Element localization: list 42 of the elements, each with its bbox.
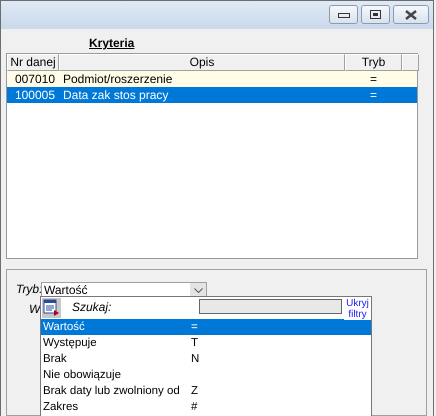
column-header[interactable]: Nr danej <box>7 54 59 71</box>
search-label: Szukaj: <box>72 300 112 314</box>
option-label: Brak <box>43 352 68 367</box>
dropdown-item[interactable]: Nie obowiązuje <box>41 367 371 383</box>
table-cell: = <box>370 88 377 102</box>
dropdown-item[interactable]: Występuje T <box>41 335 371 351</box>
table-cell: 100005 <box>14 88 55 102</box>
dropdown-item[interactable]: Zakres # <box>41 399 371 415</box>
section-title: Kryteria <box>89 36 134 50</box>
hide-filters-link[interactable]: Ukryj filtry <box>344 298 371 320</box>
column-header[interactable]: Opis <box>59 54 345 71</box>
option-label: Brak daty lub zwolniony od <box>43 384 181 399</box>
option-code: Z <box>191 384 198 399</box>
table-cell: 007010 <box>14 72 55 86</box>
minimize-button[interactable] <box>329 5 358 24</box>
table-row[interactable]: 007010 Podmiot/roszerzenie = <box>7 71 417 87</box>
close-icon <box>405 10 417 20</box>
option-code: = <box>191 320 198 335</box>
search-field[interactable] <box>199 299 342 314</box>
dropdown-item[interactable]: Brak N <box>41 351 371 367</box>
option-code: N <box>191 352 200 367</box>
column-header[interactable]: Tryb <box>345 54 402 71</box>
restore-button[interactable] <box>361 5 390 24</box>
option-label: Zakres <box>43 400 80 415</box>
table-row[interactable]: 100005 Data zak stos pracy = <box>7 87 417 103</box>
option-label: Występuje <box>43 336 98 351</box>
option-label: Wartość <box>43 320 86 335</box>
option-code: # <box>191 400 198 415</box>
minimize-icon <box>338 12 350 18</box>
caret-icon <box>194 288 202 292</box>
field-label: Tryb: <box>16 282 42 296</box>
dropdown-item[interactable]: Wartość = <box>41 319 371 335</box>
dropdown-item[interactable]: Brak daty lub zwolniony od Z <box>41 383 371 399</box>
field-label: W <box>29 302 40 316</box>
option-label: Nie obowiązuje <box>43 368 122 383</box>
list-icon[interactable] <box>42 298 61 318</box>
close-button[interactable] <box>393 5 429 24</box>
option-code: T <box>191 336 198 351</box>
restore-icon <box>370 10 381 19</box>
table-cell: Data zak stos pracy <box>63 88 168 102</box>
table-cell: Podmiot/roszerzenie <box>63 72 172 86</box>
table-cell: = <box>370 72 377 86</box>
